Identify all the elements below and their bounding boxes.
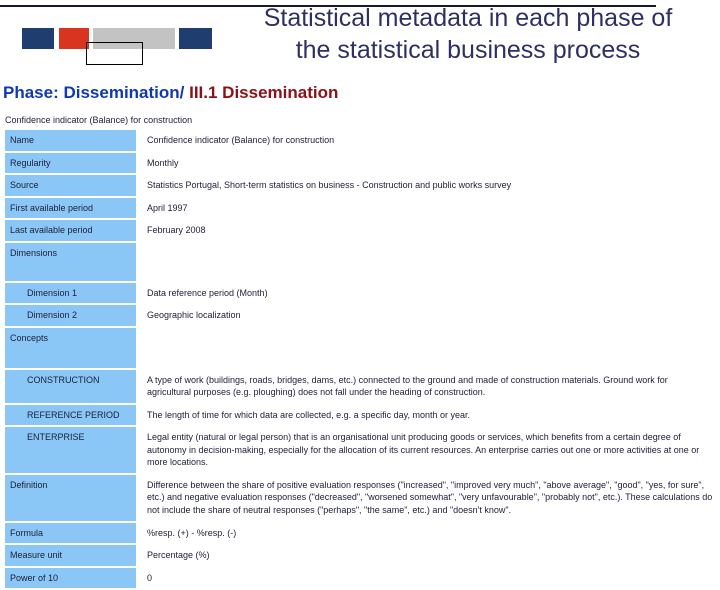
logo-block-navy-left	[22, 28, 54, 49]
table-row-value: Confidence indicator (Balance) for const…	[136, 130, 717, 151]
table-row-value: Statistics Portugal, Short-term statisti…	[136, 175, 717, 196]
logo-outline-rectangle	[86, 42, 143, 65]
table-row: Dimensions	[5, 242, 717, 281]
table-row: Dimension 2 Geographic localization	[5, 305, 717, 326]
metadata-table-caption: Confidence indicator (Balance) for const…	[5, 115, 193, 125]
table-row-label: First available period	[5, 197, 136, 218]
table-row-label: Dimension 2	[5, 305, 136, 326]
page-title: Statistical metadata in each phase of th…	[228, 2, 708, 66]
table-row-label: Name	[5, 130, 136, 151]
table-row-label: Regularity	[5, 152, 136, 173]
table-row: REFERENCE PERIOD The length of time for w…	[5, 404, 717, 425]
statistics-portugal-logo	[22, 28, 212, 65]
table-row-value	[136, 327, 717, 368]
phase-heading-phase: Phase: Dissemination/	[3, 83, 185, 102]
table-row-value: April 1997	[136, 197, 717, 218]
table-row-value: Monthly	[136, 152, 717, 173]
page-title-line-1: Statistical metadata in each phase of	[263, 4, 673, 32]
table-row-label: Definition	[5, 474, 136, 521]
table-row: Name Confidence indicator (Balance) for c…	[5, 130, 717, 151]
table-row-value: The length of time for which data are co…	[136, 404, 717, 425]
table-row: Power of 10 0	[5, 567, 717, 588]
table-row: First available period April 1997	[5, 197, 717, 218]
table-row-value: February 2008	[136, 220, 717, 241]
table-row-value: Geographic localization	[136, 305, 717, 326]
table-row-label: Power of 10	[5, 567, 136, 588]
phase-heading: Phase: Dissemination/ III.1 Disseminatio…	[3, 82, 338, 104]
table-row-value: Data reference period (Month)	[136, 282, 717, 303]
table-row: CONSTRUCTION A type of work (buildings, r…	[5, 369, 717, 403]
table-row-label: REFERENCE PERIOD	[5, 404, 136, 425]
table-row: Measure unit Percentage (%)	[5, 545, 717, 566]
table-row: Definition Difference between the share o…	[5, 474, 717, 521]
table-row-value: Legal entity (natural or legal person) t…	[136, 427, 717, 473]
table-row-label: Source	[5, 175, 136, 196]
table-row: Regularity Monthly	[5, 152, 717, 173]
table-row: Last available period February 2008	[5, 220, 717, 241]
table-row: Concepts	[5, 327, 717, 368]
logo-block-red	[59, 28, 89, 49]
phase-heading-subphase: III.1 Dissemination	[184, 83, 339, 102]
logo-block-navy-right	[179, 28, 212, 49]
table-row: ENTERPRISE Legal entity (natural or legal…	[5, 427, 717, 473]
table-row-value: Difference between the share of positive…	[136, 474, 717, 521]
table-row: Dimension 1 Data reference period (Month)	[5, 282, 717, 303]
table-row-label: Dimensions	[5, 242, 136, 281]
table-row-label: Last available period	[5, 220, 136, 241]
table-row-value: A type of work (buildings, roads, bridge…	[136, 369, 717, 403]
table-row-value: 0	[136, 567, 717, 588]
table-row-label: Measure unit	[5, 545, 136, 566]
table-row-value: Percentage (%)	[136, 545, 717, 566]
table-row-label: ENTERPRISE	[5, 427, 136, 473]
table-row: Source Statistics Portugal, Short-term st…	[5, 175, 717, 196]
table-row-label: CONSTRUCTION	[5, 369, 136, 403]
table-row-value	[136, 242, 717, 281]
table-row-label: Concepts	[5, 327, 136, 368]
metadata-table: Name Confidence indicator (Balance) for c…	[5, 130, 717, 590]
table-row-label: Dimension 1	[5, 282, 136, 303]
page-title-line-2: the statistical business process	[295, 36, 641, 64]
